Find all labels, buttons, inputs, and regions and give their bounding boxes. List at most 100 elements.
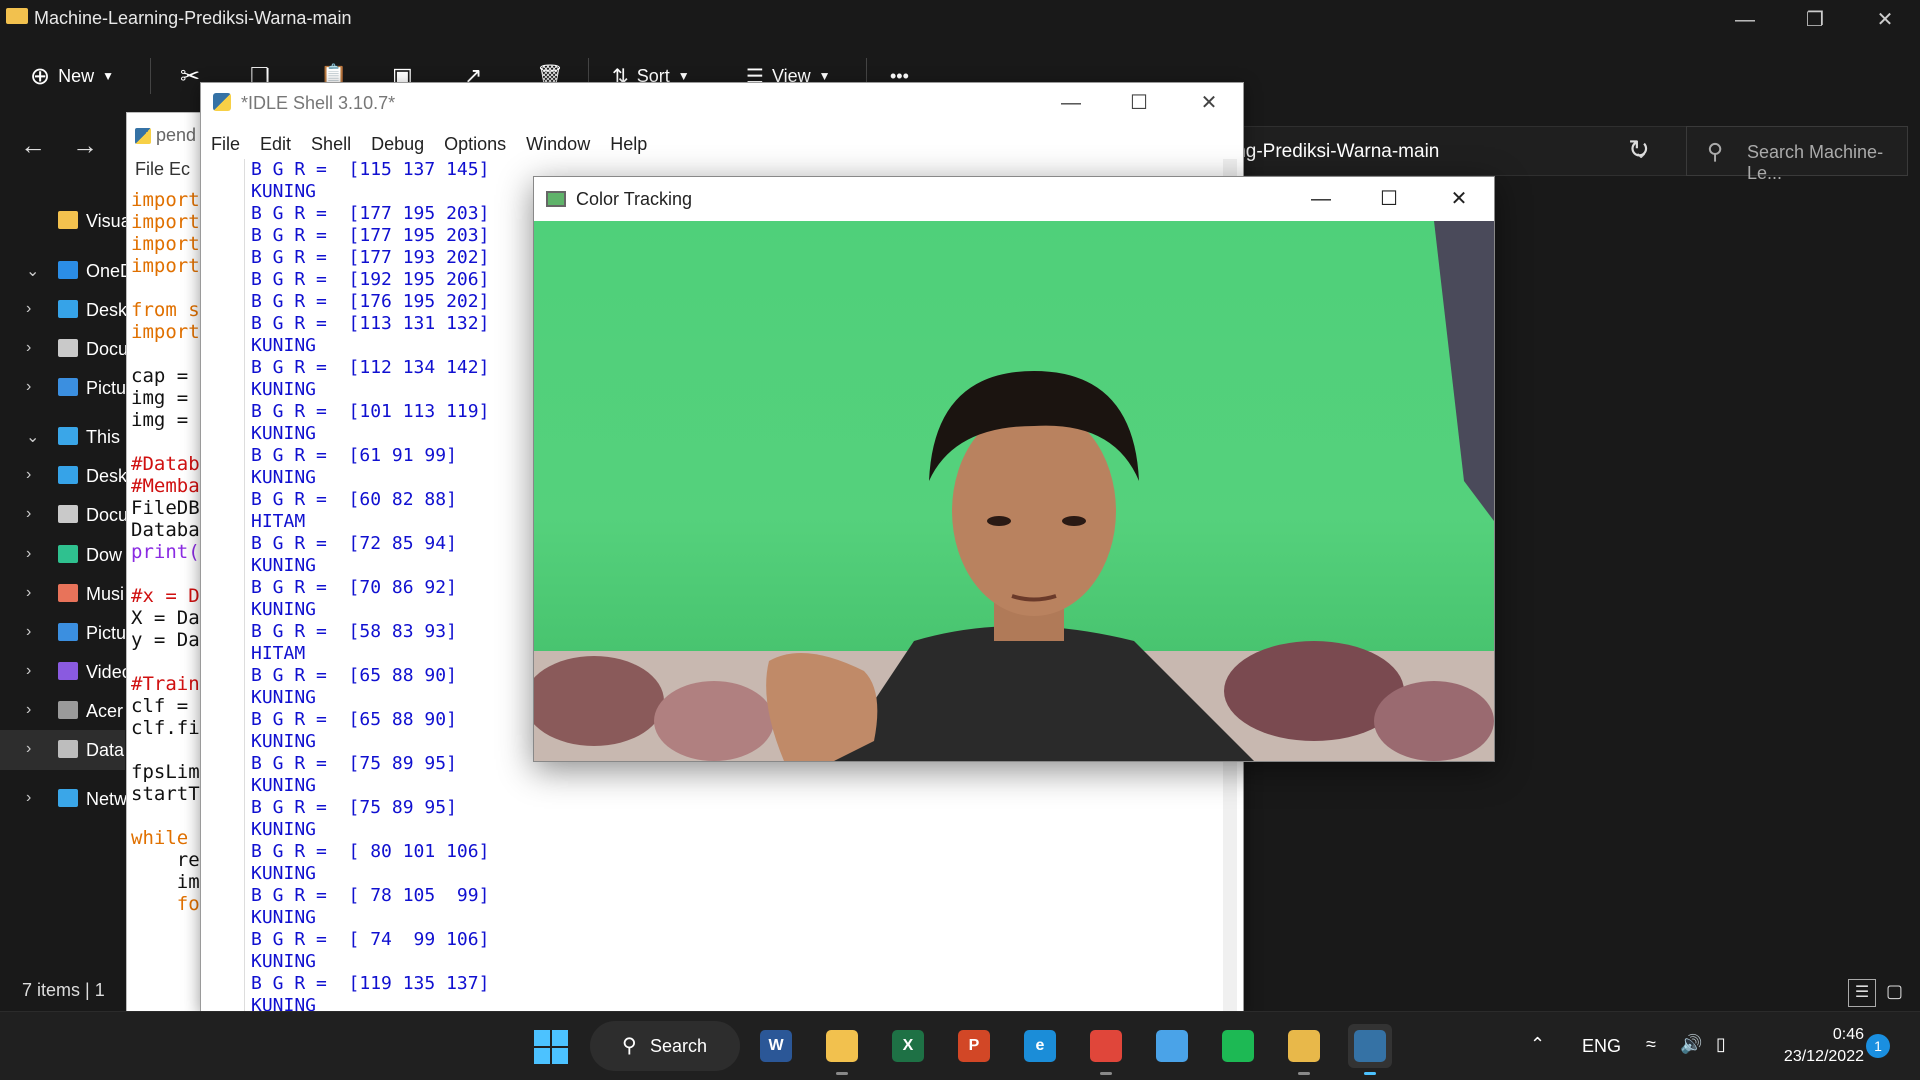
nav-item[interactable]: › Docu — [0, 495, 128, 535]
chevron-down-icon: ▼ — [677, 69, 690, 83]
wifi-icon[interactable]: ≈ — [1646, 1034, 1656, 1055]
code-line: cap = — [131, 365, 189, 387]
nav-item-icon — [58, 701, 78, 719]
edge-app[interactable]: e — [1018, 1024, 1062, 1068]
language-indicator[interactable]: ENG — [1582, 1036, 1621, 1057]
shell-output-line: KUNING — [251, 775, 317, 796]
code-line: clf.fi — [131, 717, 200, 739]
menu-help[interactable]: Help — [600, 129, 657, 159]
nav-item[interactable]: ⌄ This P — [0, 417, 137, 457]
minimize-button[interactable]: — — [1710, 0, 1780, 40]
expand-chevron-icon[interactable]: › — [26, 300, 31, 318]
menu-options[interactable]: Options — [434, 129, 516, 159]
excel-app[interactable]: X — [886, 1024, 930, 1068]
shell-output-line: B G R = [113 131 132] — [251, 313, 490, 334]
start-button[interactable] — [528, 1024, 572, 1068]
nav-item[interactable]: › Acer — [0, 691, 125, 731]
address-bar[interactable]: ing-Prediksi-Warna-main ⌄ — [1230, 126, 1690, 176]
editor-code[interactable]: import import import import from s import cap … — [131, 189, 200, 915]
spotify-app[interactable] — [1216, 1024, 1260, 1068]
expand-chevron-icon[interactable]: ⌄ — [26, 427, 39, 447]
nav-item-icon — [58, 545, 78, 563]
nav-item[interactable]: › Pictu — [0, 613, 126, 653]
close-button[interactable]: ✕ — [1424, 177, 1494, 221]
paint-app[interactable] — [1282, 1024, 1326, 1075]
nav-item[interactable]: › Musi — [0, 574, 125, 614]
maximize-button[interactable]: ☐ — [1104, 83, 1174, 123]
chevron-down-icon: ▼ — [818, 69, 831, 83]
tiles-view-icon[interactable]: ▢ — [1880, 978, 1908, 1006]
shell-output-line: KUNING — [251, 951, 317, 972]
chevron-up-icon[interactable]: ⌃ — [1530, 1034, 1545, 1055]
expand-chevron-icon[interactable]: › — [26, 545, 31, 563]
nav-item[interactable]: › Pictu — [0, 368, 126, 408]
expand-chevron-icon[interactable]: ⌄ — [26, 261, 39, 281]
expand-chevron-icon[interactable]: › — [26, 623, 31, 641]
expand-chevron-icon[interactable]: › — [26, 378, 31, 396]
menu-debug[interactable]: Debug — [361, 129, 434, 159]
nav-item[interactable]: › Desk — [0, 456, 127, 496]
nav-item[interactable]: › Desk — [0, 290, 127, 330]
color-tracking-titlebar[interactable]: Color Tracking — ☐ ✕ — [534, 177, 1494, 221]
back-arrow-icon[interactable]: ← — [20, 130, 46, 161]
window-app-icon — [546, 191, 566, 207]
shell-output-line: B G R = [ 78 105 99] — [251, 885, 490, 906]
idle-title: *IDLE Shell 3.10.7* — [241, 93, 396, 113]
explorer-search-input[interactable]: ⚲ Search Machine-Le... — [1686, 126, 1908, 183]
shell-output-line: KUNING — [251, 467, 317, 488]
expand-chevron-icon[interactable]: › — [26, 662, 31, 680]
idle-titlebar[interactable]: *IDLE Shell 3.10.7* — ☐ ✕ — [201, 83, 1243, 123]
nav-item[interactable]: › Dow — [0, 535, 125, 575]
nav-item[interactable]: Visua — [0, 201, 131, 241]
menu-file[interactable]: File — [201, 129, 250, 159]
expand-chevron-icon[interactable]: › — [26, 701, 31, 719]
new-button[interactable]: ⊕ New ▼ — [30, 56, 114, 96]
nav-item[interactable]: ⌄ OneDr — [0, 251, 139, 291]
nav-item[interactable]: › Netwo — [0, 779, 137, 819]
menu-shell[interactable]: Shell — [301, 129, 361, 159]
nav-item[interactable]: › Docu — [0, 329, 128, 369]
notification-badge[interactable]: 1 — [1866, 1034, 1890, 1058]
code-line: y = Da — [131, 629, 200, 651]
clock[interactable]: 0:46 23/12/2022 — [1764, 1024, 1864, 1068]
maximize-button[interactable]: ☐ — [1354, 177, 1424, 221]
notepad-app[interactable] — [1150, 1024, 1194, 1068]
close-button[interactable]: ✕ — [1174, 83, 1244, 123]
shell-sidebar — [201, 159, 245, 1013]
restore-button[interactable]: ❐ — [1780, 0, 1850, 40]
explorer-titlebar[interactable]: Machine-Learning-Prediksi-Warna-main — ❐… — [0, 0, 1920, 38]
menu-window[interactable]: Window — [516, 129, 600, 159]
editor-menu[interactable]: File Ec — [135, 159, 190, 180]
expand-chevron-icon[interactable]: › — [26, 339, 31, 357]
forward-arrow-icon[interactable]: → — [72, 130, 98, 161]
expand-chevron-icon[interactable]: › — [26, 584, 31, 602]
battery-icon[interactable]: ▯ — [1716, 1034, 1726, 1055]
file-explorer-app[interactable] — [820, 1024, 864, 1075]
shell-output-line: B G R = [70 86 92] — [251, 577, 457, 598]
chrome-app[interactable] — [1084, 1024, 1128, 1075]
shell-output-line: KUNING — [251, 863, 317, 884]
close-button[interactable]: ✕ — [1850, 0, 1920, 40]
refresh-icon[interactable]: ↻ — [1628, 134, 1650, 165]
nav-item[interactable]: › Data — [0, 730, 125, 770]
menu-edit[interactable]: Edit — [250, 129, 301, 159]
cut-icon[interactable]: ✂ — [180, 56, 200, 96]
shell-output-line: B G R = [177 195 203] — [251, 225, 490, 246]
minimize-button[interactable]: — — [1286, 177, 1356, 221]
expand-chevron-icon[interactable]: › — [26, 505, 31, 523]
volume-icon[interactable]: 🔊 — [1680, 1034, 1702, 1055]
expand-chevron-icon[interactable]: › — [26, 789, 31, 807]
taskbar-search[interactable]: ⚲ Search — [590, 1021, 740, 1071]
python-idle-app[interactable] — [1348, 1024, 1392, 1075]
nav-item[interactable]: › Video — [0, 652, 132, 692]
word-app[interactable]: W — [754, 1024, 798, 1068]
shell-output-text[interactable]: B G R = [115 137 145] KUNING B G R = [177 … — [251, 159, 489, 1017]
shell-output-line: B G R = [192 195 206] — [251, 269, 490, 290]
expand-chevron-icon[interactable]: › — [26, 466, 31, 484]
edge-app-icon: e — [1024, 1030, 1056, 1062]
powerpoint-app[interactable]: P — [952, 1024, 996, 1068]
minimize-button[interactable]: — — [1036, 83, 1106, 123]
expand-chevron-icon[interactable]: › — [26, 740, 31, 758]
details-view-icon[interactable]: ☰ — [1848, 979, 1876, 1007]
